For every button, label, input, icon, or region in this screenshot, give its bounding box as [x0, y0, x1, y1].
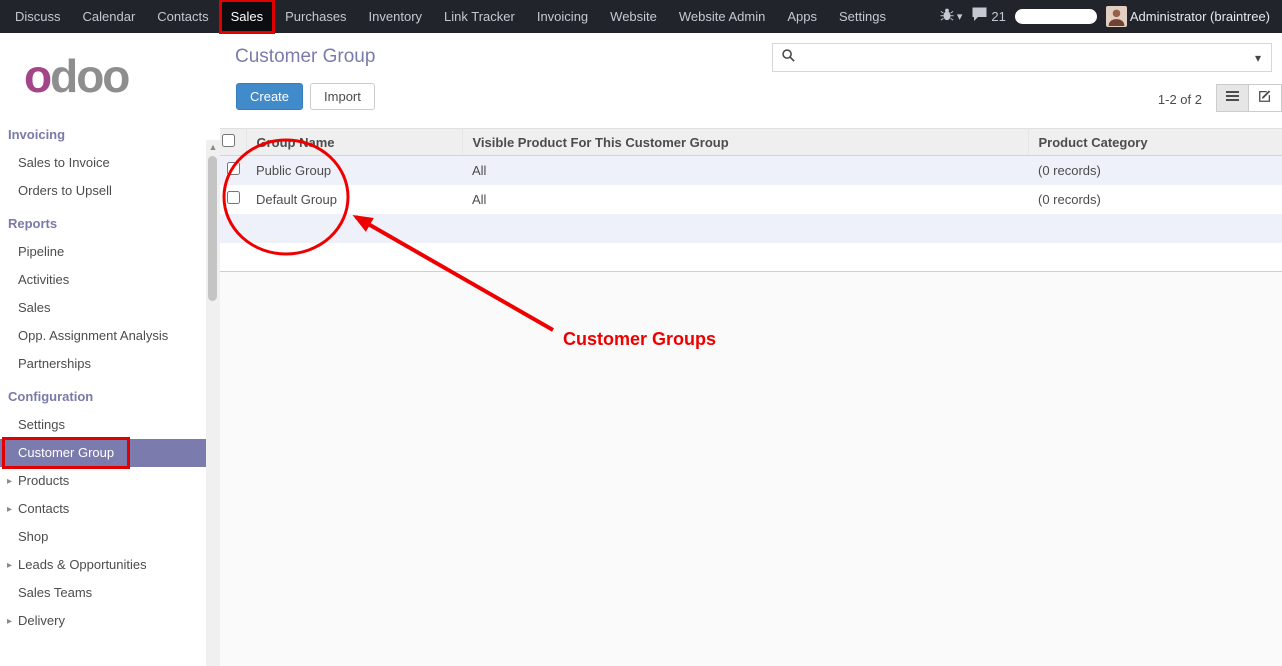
- menu-website[interactable]: Website: [599, 0, 668, 33]
- menu-sales[interactable]: Sales: [220, 0, 275, 33]
- customer-group-table: Group Name Visible Product For This Cust…: [220, 128, 1282, 272]
- sidebar-menu: Invoicing Sales to Invoice Orders to Ups…: [0, 119, 206, 635]
- user-menu-button[interactable]: Administrator (braintree): [1106, 6, 1270, 27]
- sidebar-item-settings[interactable]: Settings: [0, 411, 206, 439]
- page-title: Customer Group: [235, 46, 375, 68]
- section-configuration: Configuration: [0, 381, 206, 411]
- sidebar-item-orders-to-upsell[interactable]: Orders to Upsell: [0, 177, 206, 205]
- bug-icon: [940, 7, 954, 26]
- sidebar-item-label: Products: [18, 473, 69, 488]
- menu-link-tracker[interactable]: Link Tracker: [433, 0, 526, 33]
- table-row-public-group[interactable]: Public Group All (0 records): [220, 156, 1282, 185]
- content-background: [220, 271, 1282, 666]
- sidebar-item-shop[interactable]: Shop: [0, 523, 206, 551]
- caret-right-icon: ▸: [7, 615, 12, 629]
- sidebar-item-sales-teams[interactable]: Sales Teams: [0, 579, 206, 607]
- sidebar-item-label: Leads & Opportunities: [18, 557, 147, 572]
- select-all-checkbox[interactable]: [222, 134, 235, 147]
- main-content: Customer Group ▾ Create Import 1-2 of 2: [220, 33, 1282, 666]
- cell-visible-product[interactable]: All: [462, 156, 1028, 185]
- user-avatar: [1106, 6, 1127, 27]
- row-checkbox[interactable]: [227, 162, 240, 175]
- list-view-button[interactable]: [1216, 84, 1249, 112]
- table-header-row: Group Name Visible Product For This Cust…: [220, 129, 1282, 156]
- caret-right-icon: ▸: [7, 503, 12, 517]
- topbar-right-tools: ▾ 21 Administrator (braintree): [940, 6, 1282, 27]
- import-button[interactable]: Import: [310, 83, 375, 110]
- view-switcher: [1216, 84, 1282, 112]
- menu-website-admin[interactable]: Website Admin: [668, 0, 776, 33]
- table-row-default-group[interactable]: Default Group All (0 records): [220, 185, 1282, 214]
- sidebar-item-opp-assignment-analysis[interactable]: Opp. Assignment Analysis: [0, 322, 206, 350]
- section-invoicing: Invoicing: [0, 119, 206, 149]
- cell-group-name[interactable]: Public Group: [246, 156, 462, 185]
- menu-contacts[interactable]: Contacts: [146, 0, 219, 33]
- top-navbar: Discuss Calendar Contacts Sales Purchase…: [0, 0, 1282, 33]
- cell-product-category[interactable]: (0 records): [1028, 185, 1282, 214]
- sidebar-item-label: Customer Group: [18, 445, 114, 460]
- sidebar-item-delivery[interactable]: ▸ Delivery: [0, 607, 206, 635]
- odoo-logo[interactable]: odoo: [0, 33, 206, 113]
- sidebar-item-pipeline[interactable]: Pipeline: [0, 238, 206, 266]
- menu-inventory[interactable]: Inventory: [358, 0, 433, 33]
- sidebar-scrollbar-track[interactable]: ▲: [206, 140, 220, 666]
- list-view-icon: [1226, 89, 1239, 107]
- search-input[interactable]: [802, 50, 1253, 65]
- top-menu-list: Discuss Calendar Contacts Sales Purchase…: [0, 0, 897, 33]
- chat-bubble-icon: [971, 6, 988, 27]
- menu-discuss[interactable]: Discuss: [4, 0, 72, 33]
- column-header-visible-product[interactable]: Visible Product For This Customer Group: [462, 129, 1028, 156]
- pager-label: 1-2 of 2: [1158, 92, 1202, 107]
- caret-down-icon: ▾: [957, 10, 963, 23]
- messages-count: 21: [991, 9, 1005, 24]
- sidebar-item-activities[interactable]: Activities: [0, 266, 206, 294]
- section-reports: Reports: [0, 208, 206, 238]
- search-icon: [781, 48, 796, 68]
- sidebar-item-partnerships[interactable]: Partnerships: [0, 350, 206, 378]
- search-dropdown-caret-icon[interactable]: ▾: [1253, 51, 1263, 65]
- timer-pill-widget[interactable]: [1015, 9, 1097, 24]
- empty-row: [220, 243, 1282, 272]
- menu-apps[interactable]: Apps: [776, 0, 828, 33]
- scroll-up-arrow-icon[interactable]: ▲: [206, 140, 220, 154]
- caret-right-icon: ▸: [7, 475, 12, 489]
- logo-first-letter: o: [24, 50, 50, 102]
- sidebar-item-products[interactable]: ▸ Products: [0, 467, 206, 495]
- sidebar-item-customer-group[interactable]: Customer Group: [0, 439, 206, 467]
- column-header-group-name[interactable]: Group Name: [246, 129, 462, 156]
- menu-invoicing[interactable]: Invoicing: [526, 0, 599, 33]
- sidebar-item-leads-opportunities[interactable]: ▸ Leads & Opportunities: [0, 551, 206, 579]
- menu-settings[interactable]: Settings: [828, 0, 897, 33]
- menu-calendar[interactable]: Calendar: [72, 0, 147, 33]
- user-name-label: Administrator (braintree): [1130, 9, 1270, 24]
- cell-visible-product[interactable]: All: [462, 185, 1028, 214]
- sidebar: odoo Invoicing Sales to Invoice Orders t…: [0, 33, 220, 666]
- sidebar-item-contacts[interactable]: ▸ Contacts: [0, 495, 206, 523]
- form-edit-icon: [1258, 89, 1272, 108]
- cell-group-name[interactable]: Default Group: [246, 185, 462, 214]
- caret-right-icon: ▸: [7, 559, 12, 573]
- sidebar-item-label: Delivery: [18, 613, 65, 628]
- logo-rest: doo: [50, 50, 128, 102]
- row-checkbox[interactable]: [227, 191, 240, 204]
- debug-menu-button[interactable]: ▾: [940, 7, 963, 26]
- sidebar-item-sales-to-invoice[interactable]: Sales to Invoice: [0, 149, 206, 177]
- search-bar: ▾: [772, 43, 1272, 72]
- sidebar-scrollbar-thumb[interactable]: [208, 156, 217, 301]
- list-view: Group Name Visible Product For This Cust…: [220, 128, 1282, 272]
- sidebar-item-sales[interactable]: Sales: [0, 294, 206, 322]
- menu-purchases[interactable]: Purchases: [274, 0, 357, 33]
- sidebar-item-label: Contacts: [18, 501, 69, 516]
- form-view-button[interactable]: [1249, 84, 1282, 112]
- messages-button[interactable]: 21: [971, 6, 1005, 27]
- empty-row: [220, 214, 1282, 243]
- column-header-product-category[interactable]: Product Category: [1028, 129, 1282, 156]
- cell-product-category[interactable]: (0 records): [1028, 156, 1282, 185]
- create-button[interactable]: Create: [236, 83, 303, 110]
